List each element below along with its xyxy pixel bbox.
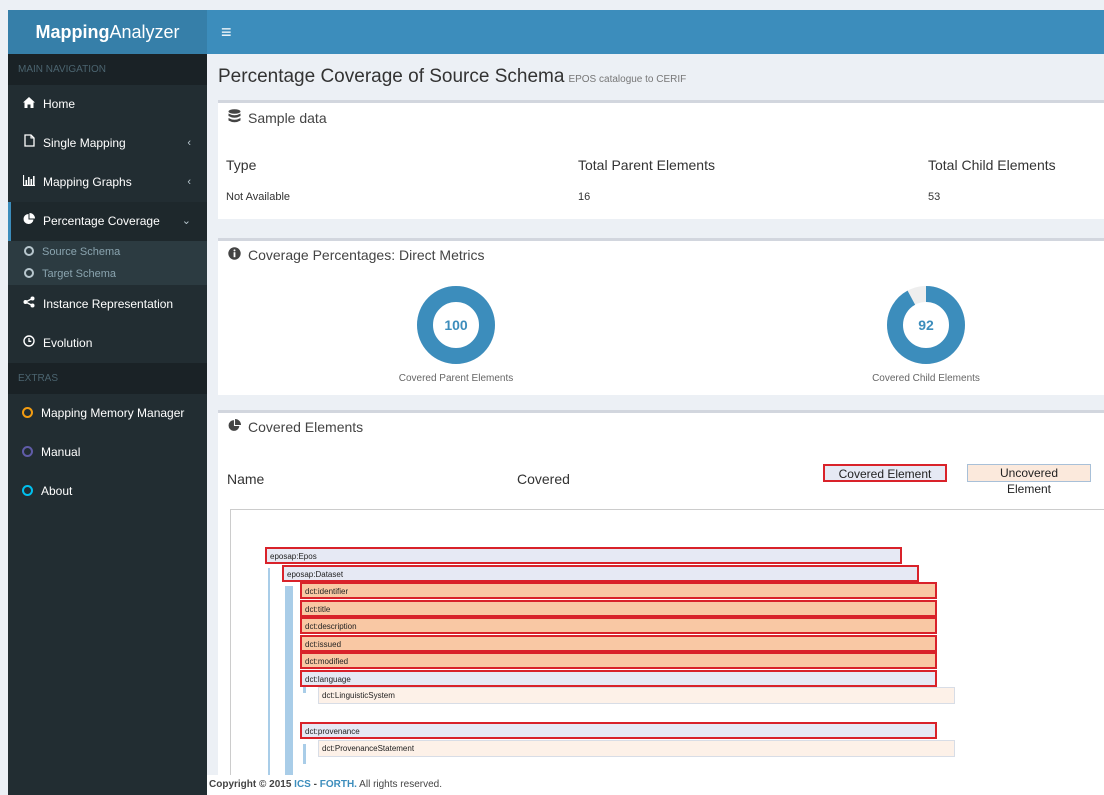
top-navbar: ≡	[207, 10, 1104, 54]
column-header-type: Type	[226, 157, 257, 173]
column-header-total-parent: Total Parent Elements	[578, 157, 715, 173]
sidebar-toggle-icon[interactable]: ≡	[221, 21, 232, 43]
child-coverage-value: 92	[918, 317, 934, 333]
legend-covered-element: Covered Element	[823, 464, 947, 482]
coverage-box: Coverage Percentages: Direct Metrics 100…	[218, 238, 1104, 395]
chevron-left-icon: ‹	[187, 176, 191, 188]
parent-coverage-donut: 100	[417, 286, 495, 364]
circle-icon	[22, 485, 33, 496]
sidebar-item-about[interactable]: About	[8, 472, 207, 511]
pie-chart-icon	[22, 202, 36, 241]
tree-node[interactable]: dct:title	[300, 600, 937, 617]
sidebar-item-label: About	[41, 484, 73, 498]
parent-coverage-label: Covered Parent Elements	[398, 373, 514, 384]
column-header-name: Name	[227, 471, 265, 487]
column-header-total-child: Total Child Elements	[928, 157, 1056, 173]
sidebar-subitem-label: Target Schema	[42, 268, 116, 280]
child-coverage-donut: 92	[887, 286, 965, 364]
logo-bold-text: Mapping	[35, 22, 110, 42]
circle-icon	[24, 246, 34, 256]
sidebar-item-label: Mapping Memory Manager	[41, 406, 185, 420]
sidebar-item-evolution[interactable]: Evolution	[8, 324, 207, 363]
coverage-tree[interactable]: eposap:Epos eposap:Dataset dct:identifie…	[230, 509, 1104, 795]
sidebar-item-percentage-coverage[interactable]: Percentage Coverage ⌄	[8, 202, 207, 241]
home-icon	[22, 85, 36, 124]
footer: Copyright © 2015 ICS - FORTH. All rights…	[207, 775, 1104, 795]
sidebar-item-label: Evolution	[43, 336, 93, 350]
file-icon	[22, 124, 36, 163]
share-icon	[22, 285, 36, 324]
page-title: Percentage Coverage of Source Schema EPOS…	[218, 66, 686, 88]
bar-chart-icon	[22, 163, 36, 202]
page-title-text: Percentage Coverage of Source Schema	[218, 66, 565, 87]
cell-total-child: 53	[928, 191, 941, 203]
sidebar-subitem-label: Source Schema	[42, 246, 121, 258]
parent-coverage-value: 100	[444, 317, 468, 333]
database-icon	[228, 109, 242, 126]
circle-icon	[24, 268, 34, 278]
legend-uncovered-element: Uncovered Element	[967, 464, 1091, 496]
sidebar: MAIN NAVIGATION Home Single Mapping ‹ Ma…	[8, 54, 207, 795]
footer-link-forth[interactable]: FORTH.	[320, 779, 357, 790]
sidebar-subitem-target-schema[interactable]: Target Schema	[8, 263, 207, 285]
tree-node[interactable]: dct:language	[300, 670, 937, 687]
box-title: Sample data	[228, 109, 327, 126]
tree-node[interactable]: dct:LinguisticSystem	[318, 687, 955, 704]
tree-connector	[303, 744, 306, 764]
sidebar-item-mapping-graphs[interactable]: Mapping Graphs ‹	[8, 163, 207, 202]
page-subtitle: EPOS catalogue to CERIF	[568, 74, 687, 85]
sidebar-item-single-mapping[interactable]: Single Mapping ‹	[8, 124, 207, 163]
sidebar-item-label: Home	[43, 97, 76, 111]
cell-type: Not Available	[226, 191, 291, 203]
sidebar-item-instance-representation[interactable]: Instance Representation	[8, 285, 207, 324]
chevron-left-icon: ‹	[187, 137, 191, 149]
sidebar-item-manual[interactable]: Manual	[8, 433, 207, 472]
footer-copyright: Copyright © 2015	[209, 779, 295, 790]
cell-total-parent: 16	[578, 191, 591, 203]
pie-chart-icon	[228, 419, 242, 435]
circle-icon	[22, 407, 33, 418]
sidebar-subitem-source-schema[interactable]: Source Schema	[8, 241, 207, 263]
sidebar-item-mapping-memory-manager[interactable]: Mapping Memory Manager	[8, 394, 207, 433]
tree-node[interactable]: eposap:Epos	[265, 547, 902, 564]
column-header-covered: Covered	[517, 471, 570, 487]
sidebar-item-label: Percentage Coverage	[43, 214, 160, 228]
box-title-text: Coverage Percentages: Direct Metrics	[248, 247, 485, 263]
chevron-down-icon: ⌄	[181, 215, 191, 227]
tree-node[interactable]: dct:provenance	[300, 722, 937, 739]
sidebar-item-label: Manual	[41, 445, 81, 459]
tree-node[interactable]: dct:identifier	[300, 582, 937, 599]
box-title: Covered Elements	[228, 419, 363, 435]
tree-node[interactable]: eposap:Dataset	[282, 565, 919, 582]
sidebar-header-extras: EXTRAS	[8, 363, 207, 394]
footer-link-ics[interactable]: ICS	[294, 779, 311, 790]
clock-icon	[22, 324, 36, 363]
tree-connector	[268, 568, 270, 795]
sidebar-item-label: Instance Representation	[43, 297, 174, 311]
tree-node[interactable]: dct:issued	[300, 635, 937, 652]
footer-rights: All rights reserved.	[356, 779, 442, 790]
sidebar-submenu: Source Schema Target Schema	[8, 241, 207, 285]
footer-separator: -	[310, 779, 320, 790]
info-icon	[228, 247, 242, 263]
logo-text: Analyzer	[109, 22, 180, 42]
app-logo[interactable]: MappingAnalyzer	[8, 10, 207, 54]
box-title: Coverage Percentages: Direct Metrics	[228, 247, 485, 263]
tree-node[interactable]: dct:modified	[300, 652, 937, 669]
sidebar-item-label: Mapping Graphs	[43, 175, 132, 189]
box-title-text: Covered Elements	[248, 419, 364, 435]
sample-data-box: Sample data Type Total Parent Elements T…	[218, 100, 1104, 219]
sidebar-item-home[interactable]: Home	[8, 85, 207, 124]
tree-node[interactable]: dct:description	[300, 617, 937, 634]
child-coverage-label: Covered Child Elements	[872, 373, 980, 384]
sidebar-item-label: Single Mapping	[43, 136, 126, 150]
circle-icon	[22, 446, 33, 457]
tree-connector	[285, 586, 293, 795]
sidebar-header-main: MAIN NAVIGATION	[8, 54, 207, 85]
tree-node[interactable]: dct:ProvenanceStatement	[318, 740, 955, 757]
box-title-text: Sample data	[248, 110, 327, 126]
covered-elements-box: Covered Elements Name Covered Covered El…	[218, 410, 1104, 795]
